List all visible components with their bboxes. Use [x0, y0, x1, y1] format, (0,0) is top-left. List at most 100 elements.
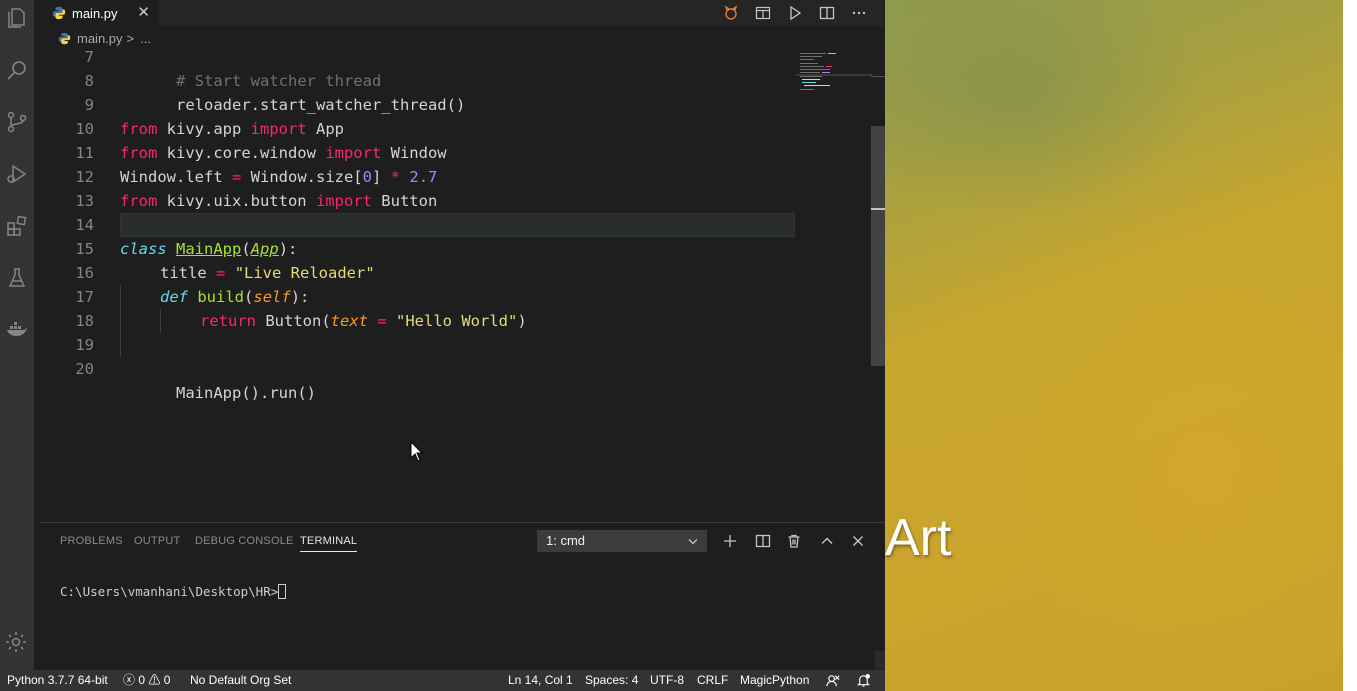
close-panel-icon[interactable] [848, 531, 868, 551]
cat-extension-icon[interactable] [720, 3, 742, 23]
cursor-position[interactable]: Ln 14, Col 1 [508, 670, 573, 691]
search-icon[interactable] [4, 57, 30, 83]
terminal-select-value: 1: cmd [546, 533, 586, 548]
paren: ): [278, 240, 298, 258]
settings-gear-icon[interactable] [4, 630, 30, 656]
code-line-17: def build(self): [160, 285, 309, 309]
number: 0 [362, 168, 372, 186]
bottom-panel: PROBLEMS OUTPUT DEBUG CONSOLE TERMINAL 1… [40, 522, 885, 670]
extensions-icon[interactable] [4, 213, 30, 239]
problems-summary[interactable]: ⓧ 0 ⚠ 0 [123, 670, 170, 691]
expression: Window.left [120, 168, 232, 186]
tab-main-py[interactable]: main.py ✕ [34, 0, 158, 26]
function-name: build [197, 288, 245, 306]
keyword-import: import [325, 144, 382, 162]
tab-debug-console[interactable]: DEBUG CONSOLE [195, 535, 294, 547]
chevron-down-icon [687, 530, 699, 559]
org-status[interactable]: No Default Org Set [190, 670, 291, 691]
line-number: 18 [75, 312, 94, 330]
notifications-bell-icon[interactable] [856, 673, 871, 691]
window-edge [1343, 0, 1357, 691]
more-actions-icon[interactable] [848, 3, 870, 23]
minimap[interactable] [796, 50, 872, 110]
string: "Hello World" [396, 312, 518, 330]
code-editor[interactable]: 7 8 9 10 11 12 13 14 15 16 17 18 19 20 #… [34, 50, 885, 522]
imported-name: App [306, 120, 344, 138]
testing-flask-icon[interactable] [4, 265, 30, 291]
open-preview-icon[interactable] [752, 3, 774, 23]
warning-count: 0 [163, 673, 171, 687]
hello-world-button-label[interactable]: Art [885, 508, 951, 568]
code-line-16: title = "Live Reloader" [160, 261, 375, 285]
expression: Window.size[ [241, 168, 363, 186]
tab-output[interactable]: OUTPUT [134, 535, 180, 547]
cursor-position-marker [871, 208, 885, 210]
split-terminal-icon[interactable] [753, 531, 773, 551]
code-line-11: from kivy.core.window import Window [120, 141, 447, 165]
explorer-icon[interactable] [4, 5, 30, 31]
code-line-13: from kivy.uix.button import Button [120, 189, 437, 213]
feedback-icon[interactable] [826, 673, 841, 691]
line-number-gutter: 7 8 9 10 11 12 13 14 15 16 17 18 19 20 [34, 50, 94, 522]
code-line-20: MainApp().run() [120, 357, 316, 402]
docker-whale-icon[interactable] [4, 317, 30, 343]
parameter-self: self [253, 288, 291, 306]
indentation[interactable]: Spaces: 4 [585, 670, 638, 691]
editor-tab-strip: main.py ✕ [34, 0, 885, 26]
string: "Live Reloader" [234, 264, 375, 282]
call: Button( [256, 312, 331, 330]
terminal-select[interactable]: 1: cmd [537, 530, 707, 552]
line-number: 17 [75, 288, 94, 306]
tab-close-button[interactable]: ✕ [137, 4, 150, 20]
terminal-output[interactable]: C:\Users\vmanhani\Desktop\HR> [60, 584, 287, 599]
warning-icon: ⚠ [148, 673, 161, 687]
breadcrumb-file[interactable]: main.py [77, 31, 123, 46]
kivy-app-window: Art [885, 0, 1343, 691]
run-debug-icon[interactable] [4, 161, 30, 187]
line-number: 7 [84, 50, 94, 66]
background-shade [1005, 240, 1343, 691]
paren: ) [517, 312, 527, 330]
line-number: 11 [75, 144, 94, 162]
line-number: 8 [84, 72, 94, 90]
maximize-panel-icon[interactable] [817, 531, 837, 551]
tab-problems[interactable]: PROBLEMS [60, 535, 123, 547]
keyword-import: import [250, 120, 307, 138]
new-terminal-icon[interactable] [720, 531, 740, 551]
end-of-line[interactable]: CRLF [697, 670, 728, 691]
panel-scrollbar[interactable] [875, 651, 885, 669]
module-name: kivy.app [157, 120, 251, 138]
attribute: title [160, 264, 216, 282]
trash-icon[interactable] [784, 531, 804, 551]
imported-name: Button [371, 192, 438, 210]
module-name: kivy.uix.button [157, 192, 316, 210]
terminal-cursor [278, 584, 287, 599]
source-control-icon[interactable] [4, 109, 30, 135]
keyword-from: from [120, 144, 158, 162]
keyword-def: def [160, 288, 188, 306]
encoding[interactable]: UTF-8 [650, 670, 684, 691]
number: 2.7 [409, 168, 438, 186]
line-number: 9 [84, 96, 94, 114]
error-icon: ⓧ [123, 673, 136, 687]
language-mode[interactable]: MagicPython [740, 670, 809, 691]
code-lines[interactable]: # Start watcher thread reloader.start_wa… [120, 50, 800, 522]
statement: MainApp().run() [176, 384, 316, 402]
tab-terminal[interactable]: TERMINAL [300, 535, 358, 552]
operator-assign: = [231, 168, 242, 186]
split-editor-icon[interactable] [816, 3, 838, 23]
run-file-icon[interactable] [784, 3, 806, 23]
python-interpreter[interactable]: Python 3.7.7 64-bit [7, 670, 108, 691]
activity-bar [0, 0, 34, 670]
status-bar: Python 3.7.7 64-bit ⓧ 0 ⚠ 0 No Default O… [0, 670, 885, 691]
line-number: 16 [75, 264, 94, 282]
breadcrumb-symbols[interactable]: ... [140, 31, 151, 46]
class-name: MainApp [176, 240, 242, 258]
editor-scrollbar-thumb[interactable] [871, 126, 885, 366]
error-count: 0 [138, 673, 146, 687]
